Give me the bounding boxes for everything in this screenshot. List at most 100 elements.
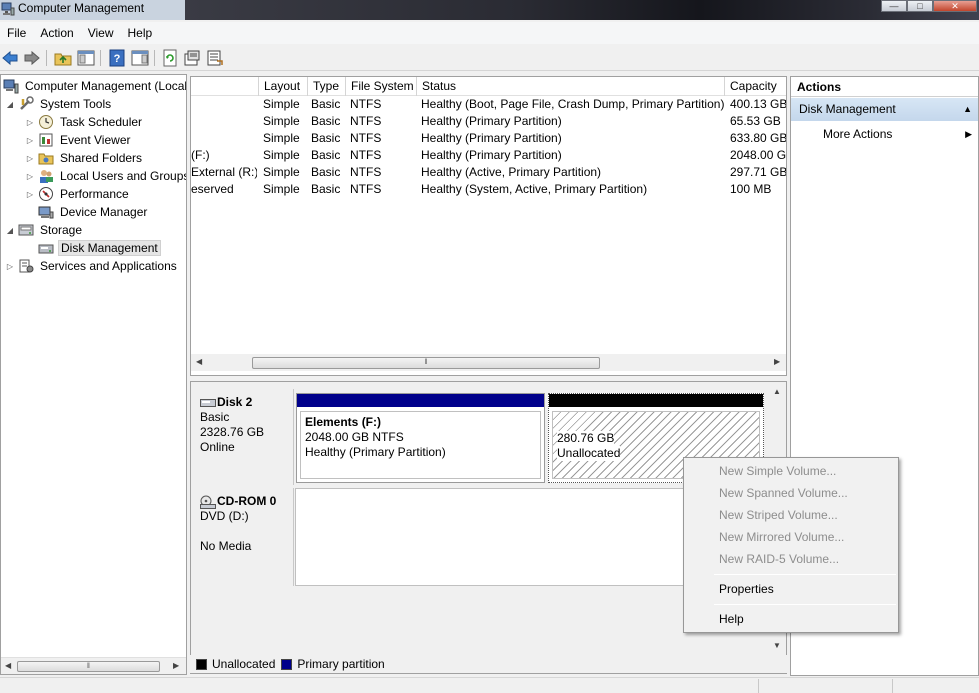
expand-arrow-icon[interactable]: ▷	[25, 118, 35, 127]
tree-item-system-tools[interactable]: ◢ System Tools	[5, 95, 113, 113]
column-capacity[interactable]: Capacity	[724, 77, 786, 96]
tree-item-disk-management[interactable]: Disk Management	[38, 239, 161, 257]
tree-item-device-manager[interactable]: Device Manager	[38, 203, 149, 221]
collapse-arrow-icon[interactable]: ◢	[5, 100, 15, 109]
tree-horizontal-scrollbar[interactable]: ◀ ‖ ▶	[1, 657, 186, 674]
menu-view[interactable]: View	[81, 23, 121, 43]
menu-help[interactable]: Help	[121, 23, 160, 43]
scroll-right-arrow-icon[interactable]: ▶	[774, 357, 780, 366]
menu-item-new-spanned-volume[interactable]: New Spanned Volume...	[686, 482, 896, 504]
legend-swatch-primary	[281, 658, 293, 670]
back-arrow-icon[interactable]	[0, 48, 20, 68]
status-bar	[0, 677, 979, 693]
legend: Unallocated Primary partition	[190, 655, 787, 673]
cdrom-0-label[interactable]: CD-ROM 0 DVD (D:) No Media	[192, 488, 294, 586]
actions-header: Actions	[791, 77, 978, 97]
collapse-caret-icon[interactable]: ▲	[963, 98, 972, 121]
menu-bar: File Action View Help	[0, 22, 979, 44]
tools-icon	[20, 96, 34, 110]
forward-arrow-icon[interactable]	[22, 48, 42, 68]
menu-file[interactable]: File	[0, 23, 33, 43]
tree-item-event-viewer[interactable]: ▷ Event Viewer	[25, 131, 132, 149]
maximize-button[interactable]: □	[907, 0, 933, 12]
scroll-right-arrow-icon[interactable]: ▶	[173, 661, 179, 670]
event-viewer-icon	[39, 133, 53, 147]
toolbar: ?	[0, 45, 979, 71]
volume-list-horizontal-scrollbar[interactable]: ◀ ‖ ▶	[191, 354, 786, 371]
title-bar: Computer Management — □ ✕	[0, 0, 979, 20]
disk-2-label[interactable]: Disk 2 Basic 2328.76 GB Online	[192, 389, 294, 485]
tree-item-services-applications[interactable]: ▷ Services and Applications	[5, 257, 179, 275]
partition-elements[interactable]: Elements (F:) 2048.00 GB NTFS Healthy (P…	[296, 393, 545, 483]
tree-item-storage[interactable]: ◢ Storage	[5, 221, 84, 239]
refresh-icon[interactable]	[160, 48, 180, 68]
collapse-arrow-icon[interactable]: ◢	[5, 226, 15, 235]
scroll-up-arrow-icon[interactable]: ▲	[773, 387, 781, 396]
table-row[interactable]: Simple Basic NTFS Healthy (Primary Parti…	[191, 113, 786, 130]
show-hide-tree-icon[interactable]	[76, 48, 96, 68]
table-row[interactable]: Simple Basic NTFS Healthy (Primary Parti…	[191, 130, 786, 147]
more-actions-item[interactable]: More Actions ▶	[791, 124, 978, 144]
tree-item-label: Computer Management (Local	[25, 79, 187, 93]
legend-unallocated: Unallocated	[212, 657, 276, 671]
help-icon[interactable]: ?	[107, 48, 127, 68]
shared-folder-icon	[38, 153, 54, 165]
tree-item-local-users-groups[interactable]: ▷ Local Users and Groups	[25, 167, 186, 185]
menu-item-new-mirrored-volume[interactable]: New Mirrored Volume...	[686, 526, 896, 548]
scroll-down-arrow-icon[interactable]: ▼	[773, 641, 781, 650]
column-type[interactable]: Type	[307, 77, 345, 96]
disk-icon	[200, 398, 216, 407]
menu-separator	[714, 604, 896, 605]
legend-primary-partition: Primary partition	[297, 657, 385, 671]
menu-action[interactable]: Action	[33, 23, 80, 43]
tree-item-shared-folders[interactable]: ▷ Shared Folders	[25, 149, 144, 167]
performance-icon	[39, 187, 53, 201]
tree-item-task-scheduler[interactable]: ▷ Task Scheduler	[25, 113, 144, 131]
table-row[interactable]: (F:) Simple Basic NTFS Healthy (Primary …	[191, 147, 786, 164]
expand-arrow-icon[interactable]: ▷	[5, 262, 15, 271]
scroll-left-arrow-icon[interactable]: ◀	[196, 357, 202, 366]
users-icon	[40, 170, 53, 183]
services-icon	[19, 259, 34, 273]
table-row[interactable]: Simple Basic NTFS Healthy (Boot, Page Fi…	[191, 96, 786, 113]
computer-management-icon	[3, 79, 19, 94]
scroll-left-arrow-icon[interactable]: ◀	[5, 661, 11, 670]
menu-item-new-simple-volume[interactable]: New Simple Volume...	[686, 460, 896, 482]
minimize-button[interactable]: —	[881, 0, 907, 12]
export-list-icon[interactable]	[205, 48, 225, 68]
menu-item-new-striped-volume[interactable]: New Striped Volume...	[686, 504, 896, 526]
close-button[interactable]: ✕	[933, 0, 977, 12]
tree-item-performance[interactable]: ▷ Performance	[25, 185, 131, 203]
menu-item-help[interactable]: Help	[686, 608, 896, 630]
storage-icon	[18, 224, 34, 236]
table-row[interactable]: External (R:) Simple Basic NTFS Healthy …	[191, 164, 786, 181]
console-tree: Computer Management (Local ◢ System Tool…	[0, 74, 187, 675]
actions-section-disk-management[interactable]: Disk Management ▲	[791, 98, 978, 121]
show-hide-action-pane-icon[interactable]	[130, 48, 150, 68]
expand-arrow-icon[interactable]: ▷	[25, 154, 35, 163]
context-menu: New Simple Volume... New Spanned Volume.…	[683, 457, 899, 633]
properties-icon[interactable]	[182, 48, 202, 68]
column-layout[interactable]: Layout	[258, 77, 307, 96]
submenu-arrow-icon: ▶	[965, 129, 972, 139]
table-row[interactable]: eserved Simple Basic NTFS Healthy (Syste…	[191, 181, 786, 198]
menu-item-new-raid5-volume[interactable]: New RAID-5 Volume...	[686, 548, 896, 570]
expand-arrow-icon[interactable]: ▷	[25, 172, 35, 181]
legend-swatch-unallocated	[196, 658, 207, 670]
menu-item-properties[interactable]: Properties	[686, 578, 896, 600]
expand-arrow-icon[interactable]: ▷	[25, 190, 35, 199]
scroll-thumb[interactable]: ‖	[17, 661, 160, 672]
partition-bar	[297, 394, 544, 407]
up-folder-icon[interactable]	[53, 48, 73, 68]
column-status[interactable]: Status	[416, 77, 724, 96]
cd-drive-icon	[200, 495, 216, 509]
scroll-thumb[interactable]: ‖	[252, 357, 600, 369]
partition-bar	[549, 394, 763, 407]
expand-arrow-icon[interactable]: ▷	[25, 136, 35, 145]
clock-icon	[39, 115, 53, 129]
column-file-system[interactable]: File System	[345, 77, 416, 96]
tree-item-computer-management[interactable]: Computer Management (Local	[3, 77, 187, 95]
device-manager-icon	[38, 206, 54, 219]
menu-separator	[714, 574, 896, 575]
volume-list: Layout Type File System Status Capacity …	[190, 76, 787, 376]
